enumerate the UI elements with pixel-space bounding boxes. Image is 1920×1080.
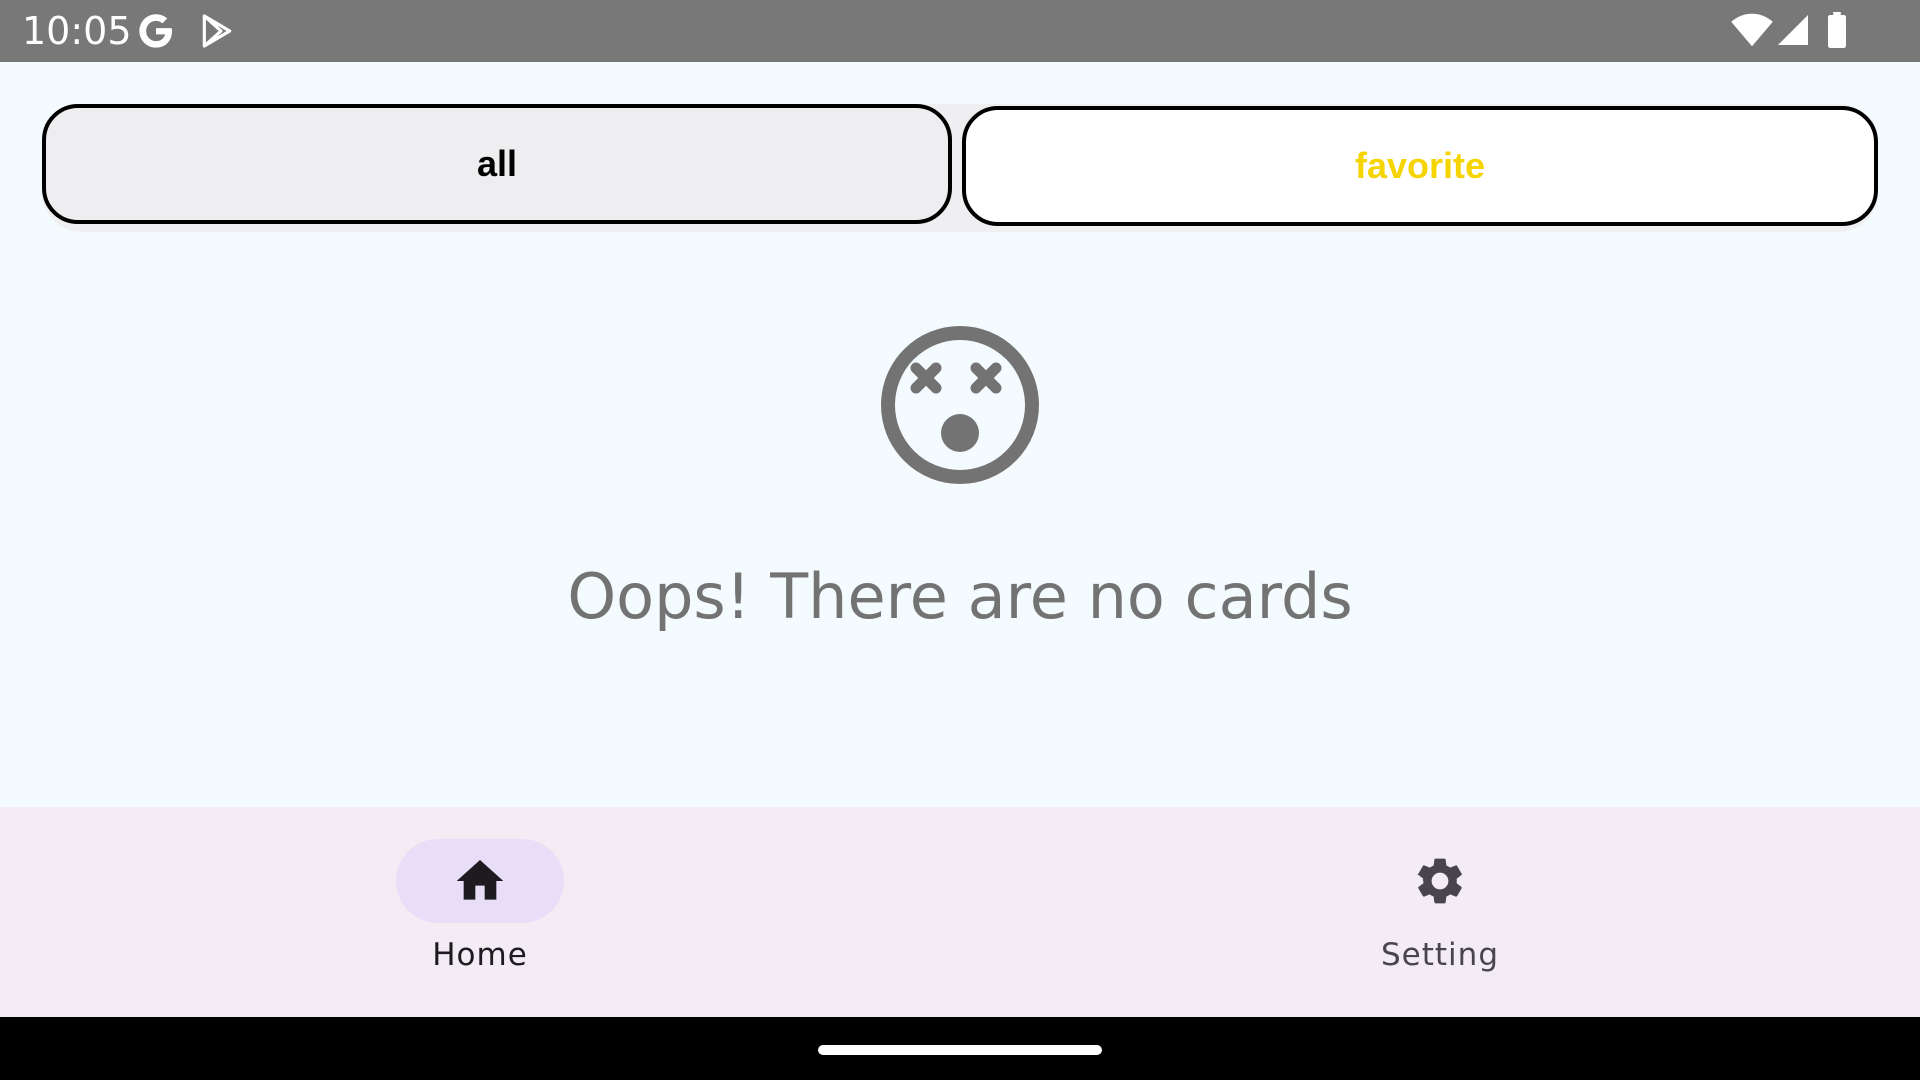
- tab-favorite-label: favorite: [1354, 145, 1486, 186]
- status-bar: 10:05: [0, 0, 1920, 62]
- gesture-bar: [0, 1017, 1920, 1080]
- gear-icon: [1417, 858, 1462, 904]
- nav-home-label: Home: [432, 937, 528, 973]
- dizzy-face-icon: [881, 326, 1039, 484]
- tab-favorite[interactable]: favorite: [962, 106, 1878, 226]
- tab-all-label: all: [476, 143, 518, 184]
- nav-item-setting[interactable]: Setting: [1290, 807, 1590, 1017]
- cell-signal-icon: [1778, 15, 1808, 45]
- filter-tabs: all favorite: [42, 104, 1878, 232]
- battery-icon: [1828, 12, 1846, 48]
- wifi-icon: [1731, 13, 1773, 47]
- nav-item-home[interactable]: Home: [330, 807, 630, 1017]
- bottom-navigation: Home Setting: [0, 807, 1920, 1017]
- play-store-icon: [202, 14, 232, 48]
- home-icon: [456, 860, 504, 900]
- gesture-handle[interactable]: [818, 1045, 1102, 1055]
- empty-state-message: Oops! There are no cards: [567, 560, 1353, 633]
- tab-all[interactable]: all: [42, 104, 952, 224]
- nav-setting-label: Setting: [1381, 937, 1499, 973]
- status-time: 10:05: [22, 9, 132, 53]
- google-icon: [139, 14, 172, 48]
